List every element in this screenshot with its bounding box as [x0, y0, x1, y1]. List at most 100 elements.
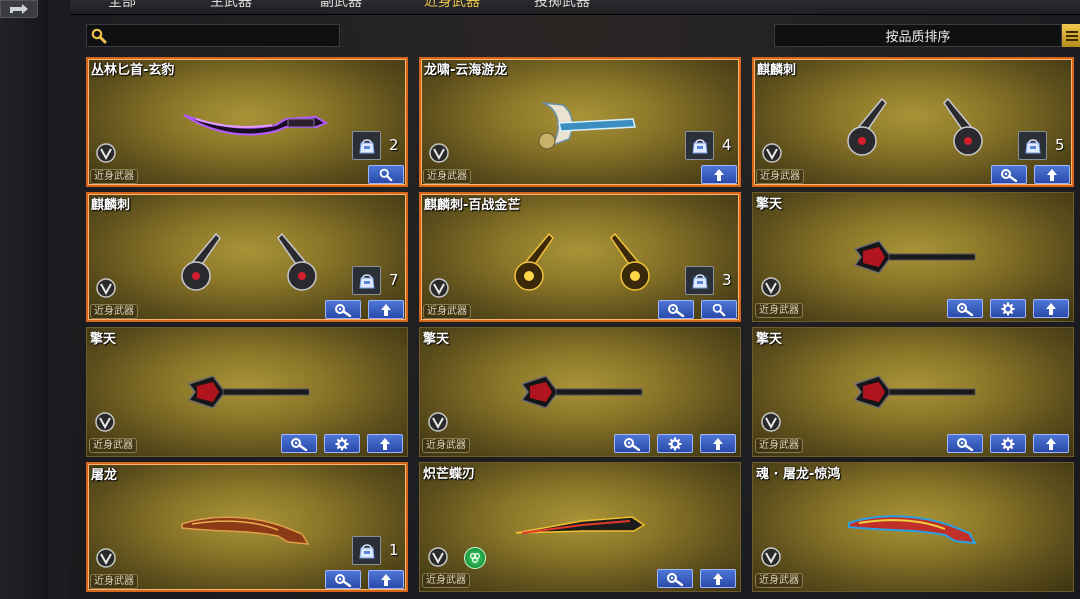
upgrade-arrow-icon: [1046, 302, 1056, 315]
modify-button[interactable]: [947, 434, 983, 453]
weapon-name: 屠龙: [91, 468, 118, 483]
modify-button[interactable]: [947, 299, 983, 318]
modify-button[interactable]: [658, 300, 694, 319]
weapon-card[interactable]: 擎天 近身武器: [86, 327, 408, 457]
dragon-axe-image: [523, 95, 643, 159]
item-count: 1: [389, 541, 399, 559]
upgrade-button[interactable]: [368, 300, 404, 319]
modify-button[interactable]: [614, 434, 650, 453]
search-icon: [379, 168, 393, 181]
tab-secondary[interactable]: 副武器: [320, 0, 362, 11]
wrench-gear-icon: [957, 437, 974, 451]
search-input[interactable]: [86, 24, 340, 47]
weapon-name: 龙啸-云海游龙: [424, 63, 508, 78]
category-tag: 近身武器: [89, 438, 137, 453]
wrench-gear-icon: [667, 572, 684, 586]
v-rank-icon: [96, 143, 116, 163]
upgrade-button[interactable]: [1033, 299, 1069, 318]
category-tag: 近身武器: [90, 574, 138, 589]
return-arrow-icon: [10, 4, 28, 14]
settings-button[interactable]: [324, 434, 360, 453]
modify-button[interactable]: [325, 300, 361, 319]
category-tag: 近身武器: [422, 438, 470, 453]
modify-button[interactable]: [281, 434, 317, 453]
weapon-card[interactable]: 擎天 近身武器: [752, 327, 1074, 457]
weapon-card[interactable]: 麒麟刺-百战金芒 近身武器 3: [419, 192, 741, 322]
sort-label: 按品质排序: [885, 30, 951, 45]
weapon-card[interactable]: 炽芒蝶刃 近身武器: [419, 462, 741, 592]
weapon-card[interactable]: 丛林匕首-玄豹 近身武器 2: [86, 57, 408, 187]
item-count: 7: [389, 271, 399, 289]
tab-all[interactable]: 全部: [108, 0, 136, 11]
item-count: 2: [389, 136, 399, 154]
modify-button[interactable]: [657, 569, 693, 588]
weapon-name: 擎天: [756, 197, 783, 212]
upgrade-button[interactable]: [701, 165, 737, 184]
weapon-name: 魂 · 屠龙-惊鸿: [756, 467, 841, 482]
weapon-card[interactable]: 擎天 近身武器: [752, 192, 1074, 322]
search-button[interactable]: [88, 25, 110, 46]
upgrade-arrow-icon: [1046, 437, 1056, 450]
weapon-card[interactable]: 魂 · 屠龙-惊鸿 近身武器: [752, 462, 1074, 592]
upgrade-button[interactable]: [700, 434, 736, 453]
v-rank-icon: [761, 277, 781, 297]
upgrade-button[interactable]: [700, 569, 736, 588]
upgrade-button[interactable]: [1033, 434, 1069, 453]
v-rank-icon: [429, 143, 449, 163]
upgrade-button[interactable]: [1034, 165, 1070, 184]
upgrade-arrow-icon: [713, 437, 723, 450]
inventory-box-icon: [1018, 131, 1047, 160]
tab-primary[interactable]: 主武器: [210, 0, 252, 11]
tab-melee[interactable]: 近身武器: [424, 0, 480, 11]
inventory-box-icon: [352, 536, 381, 565]
inventory-box-icon: [352, 266, 381, 295]
settings-button[interactable]: [990, 434, 1026, 453]
inventory-box-icon: [685, 131, 714, 160]
v-rank-icon: [428, 547, 448, 567]
tulong-jinghong-image: [845, 503, 985, 557]
wrench-gear-icon: [1001, 168, 1018, 182]
sort-dropdown[interactable]: 按品质排序: [774, 24, 1062, 47]
qilin-silver-image: [174, 220, 324, 304]
v-rank-icon: [761, 412, 781, 432]
v-rank-icon: [96, 278, 116, 298]
upgrade-button[interactable]: [367, 434, 403, 453]
weapon-card[interactable]: 屠龙近身武器 1: [86, 462, 408, 592]
wrench-gear-icon: [335, 303, 352, 317]
upgrade-arrow-icon: [381, 303, 391, 316]
inspect-button[interactable]: [701, 300, 737, 319]
upgrade-arrow-icon: [1047, 168, 1057, 181]
tab-throwing[interactable]: 投掷武器: [534, 0, 590, 11]
settings-button[interactable]: [657, 434, 693, 453]
weapon-card[interactable]: 擎天 近身武器: [419, 327, 741, 457]
qingtian-image: [183, 368, 313, 422]
gear-icon: [668, 437, 682, 450]
category-tag: 近身武器: [756, 169, 804, 184]
category-tag: 近身武器: [422, 573, 470, 588]
modify-button[interactable]: [325, 570, 361, 589]
purple-dagger-image: [176, 97, 336, 151]
back-button[interactable]: [0, 0, 38, 18]
item-count: 4: [722, 136, 732, 154]
weapon-name: 麒麟刺: [91, 198, 131, 213]
qingtian-image: [849, 233, 979, 287]
qilin-gold-image: [507, 220, 657, 304]
qingtian-image: [516, 368, 646, 422]
upgrade-arrow-icon: [381, 573, 391, 586]
gear-icon: [1001, 302, 1015, 315]
search-icon: [91, 28, 107, 43]
weapon-card[interactable]: 龙啸-云海游龙 近身武器 4: [419, 57, 741, 187]
sort-menu-button[interactable]: [1062, 24, 1080, 47]
weapon-card[interactable]: 麒麟刺 近身武器 7: [86, 192, 408, 322]
weapon-card[interactable]: 麒麟刺 近身武器 5: [752, 57, 1074, 187]
inspect-button[interactable]: [368, 165, 404, 184]
upgrade-button[interactable]: [368, 570, 404, 589]
modify-button[interactable]: [991, 165, 1027, 184]
category-tag: 近身武器: [755, 573, 803, 588]
upgrade-arrow-icon: [380, 437, 390, 450]
gear-icon: [335, 437, 349, 450]
weapon-name: 擎天: [756, 332, 783, 347]
settings-button[interactable]: [990, 299, 1026, 318]
wrench-gear-icon: [668, 303, 685, 317]
wrench-gear-icon: [291, 437, 308, 451]
